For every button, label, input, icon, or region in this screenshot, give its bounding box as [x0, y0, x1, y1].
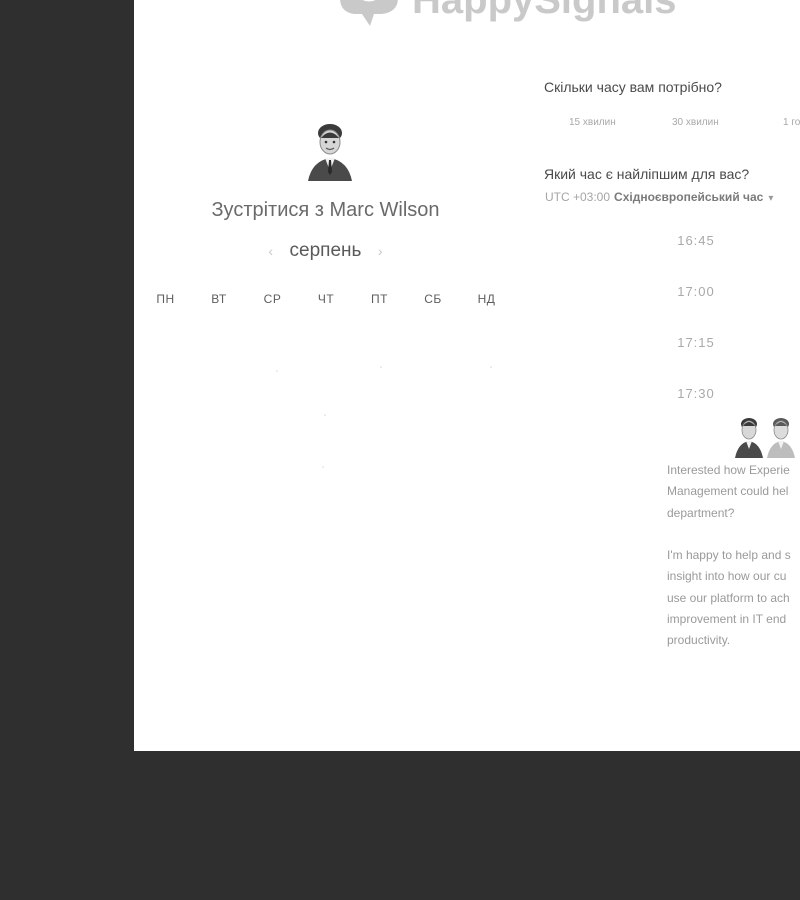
- weekday-wed: СР: [263, 292, 282, 306]
- chevron-right-icon[interactable]: ›: [366, 243, 395, 259]
- timezone-name: Східноєвропейський час: [614, 190, 764, 204]
- weekday-thu: ЧТ: [317, 292, 335, 306]
- weekday-sun: НД: [477, 292, 496, 306]
- chevron-down-icon: ▾: [768, 193, 774, 204]
- about-line: department?: [667, 505, 735, 520]
- time-slot[interactable]: 17:30: [654, 386, 738, 401]
- about-paragraph-1: Interested how Experie Management could …: [667, 460, 800, 524]
- team-avatar-1: [735, 418, 763, 458]
- weekday-mon: ПН: [156, 292, 175, 306]
- meet-title: Зустрітися з Marc Wilson: [134, 199, 517, 222]
- brand-name: HappySignals: [412, 0, 677, 22]
- calendar-day-placeholder: [276, 370, 278, 372]
- time-slot[interactable]: 17:00: [654, 284, 738, 299]
- chevron-left-icon[interactable]: ‹: [256, 243, 285, 259]
- about-line: use our platform to ach: [667, 590, 790, 605]
- weekday-fri: ПТ: [371, 292, 388, 306]
- calendar-day-placeholder: [490, 366, 492, 368]
- timezone-offset: UTC +03:00: [545, 190, 611, 204]
- duration-option-60[interactable]: 1 го: [783, 117, 800, 128]
- host-name: Marc Wilson: [329, 199, 440, 221]
- calendar-day-placeholder: [322, 466, 324, 468]
- meet-prefix: Зустрітися з: [211, 199, 330, 221]
- brand-logo: HappySignals: [334, 0, 754, 36]
- weekday-header: ПН ВТ СР ЧТ ПТ СБ НД: [139, 292, 513, 306]
- team-avatars: [735, 418, 795, 458]
- about-line: Management could hel: [667, 484, 789, 499]
- about-paragraph-2: I'm happy to help and s insight into how…: [667, 545, 800, 651]
- speech-bubble-logo-icon: [340, 0, 398, 26]
- time-question: Який час є найліпшим для вас?: [544, 166, 750, 182]
- about-line: Interested how Experie: [667, 463, 790, 477]
- duration-option-15[interactable]: 15 хвилин: [569, 117, 616, 128]
- calendar-day-placeholder: [324, 414, 326, 416]
- time-slot[interactable]: 16:45: [654, 233, 738, 248]
- duration-option-30[interactable]: 30 хвилин: [672, 117, 719, 128]
- month-navigator: ‹ серпень ›: [134, 240, 517, 262]
- about-line: improvement in IT end: [667, 611, 787, 626]
- month-label: серпень: [289, 240, 362, 261]
- about-line: I'm happy to help and s: [667, 548, 791, 562]
- team-avatar-2: [767, 418, 795, 458]
- weekday-sat: СБ: [424, 292, 442, 306]
- weekday-tue: ВТ: [211, 292, 227, 306]
- duration-question: Скільки часу вам потрібно?: [544, 79, 722, 95]
- calendar-day-placeholder: [380, 366, 382, 368]
- host-avatar: [308, 124, 352, 181]
- timezone-select[interactable]: UTC +03:00 Східноєвропейський час ▾: [545, 190, 773, 204]
- about-line: productivity.: [667, 633, 731, 648]
- time-slot[interactable]: 17:15: [654, 335, 738, 350]
- scheduler-page: HappySignals Зустрітися з Marc Wilson ‹ …: [134, 0, 800, 751]
- about-line: insight into how our cu: [667, 569, 787, 584]
